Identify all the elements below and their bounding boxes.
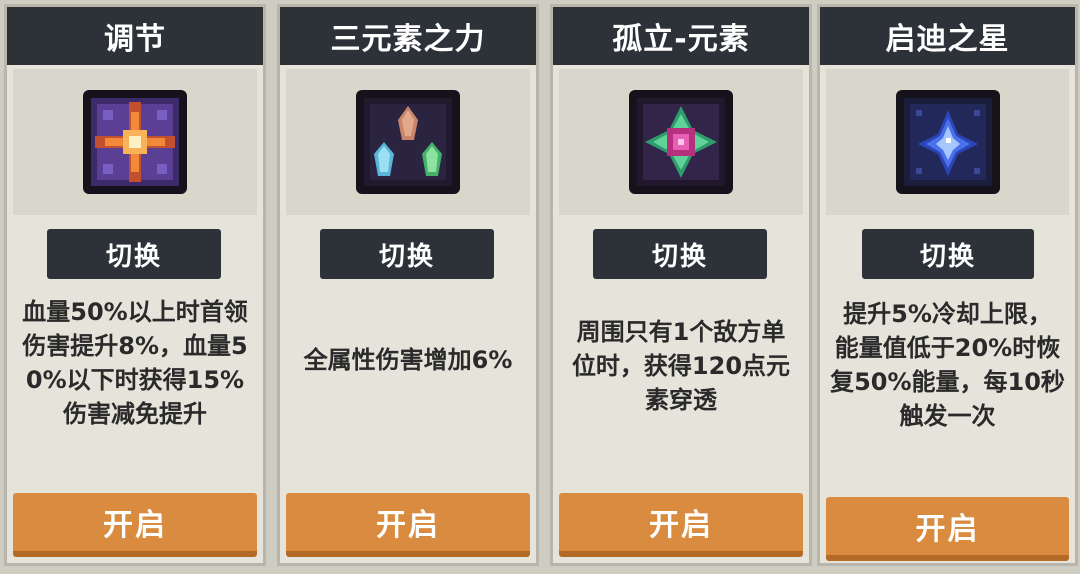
- open-button[interactable]: 开启: [13, 493, 257, 557]
- description-line: 素穿透: [645, 386, 717, 414]
- card-title: 三元素之力: [280, 7, 536, 65]
- description-line: 0%以下时获得15%: [25, 366, 245, 394]
- blue-star-icon: [895, 90, 1000, 194]
- description-line: 能量值低于20%时恢: [834, 334, 1061, 362]
- open-button[interactable]: 开启: [286, 493, 530, 557]
- talent-selection-screen: 调节 切换 血量50%以上时首领 伤害提升8%，血量5 0%以下时获得15% 伤…: [0, 0, 1080, 574]
- card-title: 调节: [7, 7, 263, 65]
- icon-panel: [13, 69, 257, 215]
- talent-card-4: 启迪之星 切换 提升5%冷却上限， 能量值低于20%时恢 复50%能量，每10秒…: [817, 4, 1078, 566]
- three-crystals-icon: [356, 90, 460, 194]
- description-line: 复50%能量，每10秒: [830, 368, 1065, 396]
- description-line: 周围只有1个敌方单: [576, 318, 786, 346]
- description-line: 伤害提升8%，血量5: [22, 332, 248, 360]
- icon-panel: [826, 69, 1069, 215]
- switch-button[interactable]: 切换: [320, 229, 494, 279]
- switch-button[interactable]: 切换: [47, 229, 221, 279]
- talent-description: 周围只有1个敌方单 位时，获得120点元 素穿透: [557, 315, 805, 417]
- description-line: 全属性伤害增加6%: [303, 346, 513, 374]
- open-button[interactable]: 开启: [826, 497, 1069, 561]
- icon-panel: [286, 69, 530, 215]
- talent-card-3: 孤立-元素 切换 周围只有1个敌方单 位时，获得120点元 素穿透 开启: [550, 4, 812, 566]
- icon-panel: [559, 69, 803, 215]
- talent-card-1: 调节 切换 血量50%以上时首领 伤害提升8%，血量5 0%以下时获得15% 伤…: [4, 4, 266, 566]
- element-gem-icon: [629, 90, 733, 194]
- description-line: 血量50%以上时首领: [22, 298, 248, 326]
- talent-description: 提升5%冷却上限， 能量值低于20%时恢 复50%能量，每10秒 触发一次: [824, 297, 1071, 433]
- card-title: 孤立-元素: [553, 7, 809, 65]
- card-title: 启迪之星: [820, 7, 1075, 65]
- description-line: 位时，获得120点元: [571, 352, 791, 380]
- switch-button[interactable]: 切换: [593, 229, 767, 279]
- description-line: 伤害减免提升: [63, 400, 207, 428]
- cross-star-icon: [83, 90, 187, 194]
- switch-button[interactable]: 切换: [862, 229, 1034, 279]
- talent-description: 血量50%以上时首领 伤害提升8%，血量5 0%以下时获得15% 伤害减免提升: [11, 295, 259, 431]
- description-line: 触发一次: [899, 402, 996, 430]
- open-button[interactable]: 开启: [559, 493, 803, 557]
- description-line: 提升5%冷却上限，: [843, 300, 1052, 328]
- talent-description: 全属性伤害增加6%: [284, 343, 532, 377]
- talent-card-2: 三元素之力 切换 全属性伤害增加6% 开启: [277, 4, 539, 566]
